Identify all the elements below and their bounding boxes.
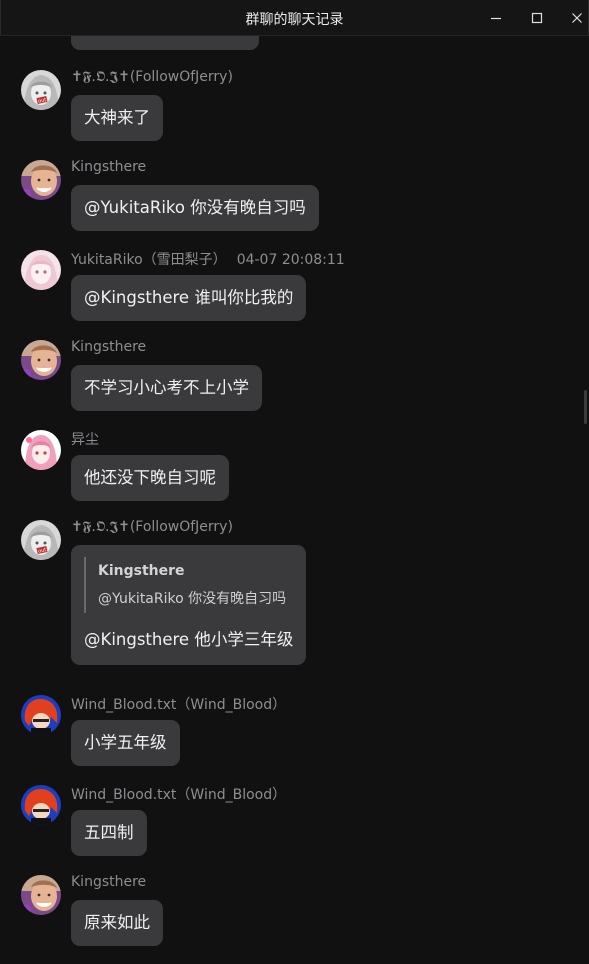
maximize-button[interactable] [524,6,550,30]
message-bubble[interactable]: 五四制 [71,810,147,856]
message-bubble[interactable]: 原来如此 [71,900,163,946]
minimize-icon [491,17,501,20]
sender-name[interactable]: Kingsthere [71,339,146,355]
message-bubble[interactable]: @Kingsthere 谁叫你比我的 [71,275,307,321]
avatar[interactable]: out [21,70,61,110]
avatar[interactable] [21,430,61,470]
sender-name[interactable]: Kingsthere [71,874,146,890]
avatar[interactable]: out [21,520,61,560]
message-text: @Kingsthere 他小学三年级 [84,630,294,649]
red-hair-character-avatar [21,695,61,735]
close-icon [572,13,582,23]
avatar[interactable] [21,785,61,825]
message-bubble[interactable]: 他还没下晚自习呢 [71,455,229,501]
message-bubble[interactable]: Kingsthere @YukitaRiko 你没有晚自习吗 @Kingsthe… [71,545,307,665]
smiling-man-avatar [21,160,61,200]
message-bubble[interactable]: 大神来了 [71,95,163,141]
quoted-message[interactable]: Kingsthere @YukitaRiko 你没有晚自习吗 [84,557,293,613]
pink-anime-girl-avatar [21,250,61,290]
minimize-button[interactable] [483,6,509,30]
maximize-icon [531,12,543,24]
avatar[interactable] [21,875,61,915]
sender-name[interactable]: ✝𝕱.𝕺.𝕵✝(FollowOfJerry) [71,519,233,535]
avatar[interactable] [21,340,61,380]
chat-history[interactable]: out ✝𝕱.𝕺.𝕵✝(FollowOfJerry) 大神来了 Kingsthe… [0,36,589,964]
sender-name[interactable]: Wind_Blood.txt（Wind_Blood） [71,784,286,804]
sender-name[interactable]: Wind_Blood.txt（Wind_Blood） [71,694,286,714]
gray-anime-girl-avatar: out [21,520,61,560]
sender-name[interactable]: Kingsthere [71,159,146,175]
smiling-man-avatar [21,875,61,915]
message-bubble[interactable]: 不学习小心考不上小学 [71,365,262,411]
gray-anime-girl-avatar: out [21,70,61,110]
message-bubble[interactable] [71,36,259,50]
close-button[interactable] [564,6,589,30]
sender-name[interactable]: ✝𝕱.𝕺.𝕵✝(FollowOfJerry) [71,69,233,85]
pink-hair-girl-avatar [21,430,61,470]
avatar[interactable] [21,695,61,735]
sender-name[interactable]: YukitaRiko（雪田梨子） 04-07 20:08:11 [71,249,345,269]
message-bubble[interactable]: @YukitaRiko 你没有晚自习吗 [71,185,319,231]
sender-name[interactable]: 异尘 [71,429,99,449]
avatar[interactable] [21,250,61,290]
quoted-text: @YukitaRiko 你没有晚自习吗 [98,591,287,607]
quoted-sender: Kingsthere [98,563,185,579]
title-bar: 群聊的聊天记录 [0,0,589,36]
scrollbar-thumb[interactable] [584,390,587,424]
red-hair-character-avatar [21,785,61,825]
avatar[interactable] [21,160,61,200]
message-timestamp: 04-07 20:08:11 [236,252,345,268]
message-bubble[interactable]: 小学五年级 [71,720,180,766]
smiling-man-avatar [21,340,61,380]
